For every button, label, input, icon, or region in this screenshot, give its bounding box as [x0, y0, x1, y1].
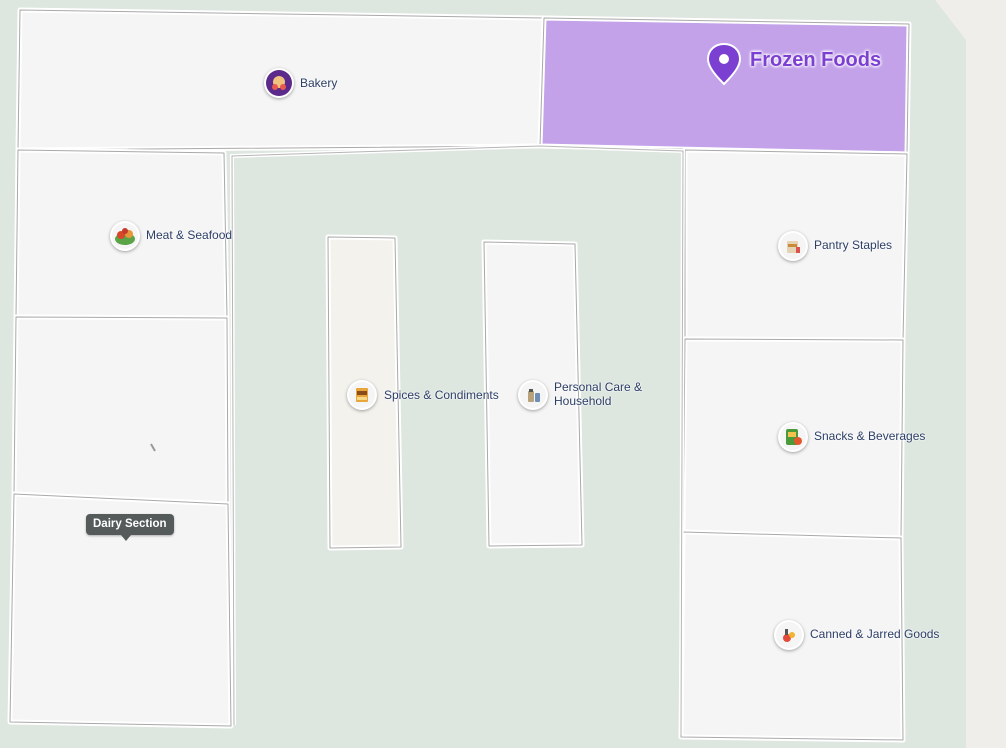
personal-care-label: Personal Care & Household	[554, 380, 642, 408]
bakery-icon[interactable]	[264, 68, 294, 98]
bakery-label: Bakery	[300, 76, 338, 90]
snacks-beverages-label: Snacks & Beverages	[814, 429, 926, 443]
personal-care-icon[interactable]	[518, 380, 548, 410]
spices-condiments-icon[interactable]	[347, 380, 377, 410]
pantry-staples-icon[interactable]	[778, 231, 808, 261]
canned-jarred-label: Canned & Jarred Goods	[810, 627, 940, 641]
selected-section-label[interactable]: Frozen Foods	[750, 49, 881, 72]
section-frozen-foods[interactable]	[537, 15, 912, 157]
snacks-beverages-icon[interactable]	[778, 422, 808, 452]
dairy-section-tooltip: Dairy Section	[86, 514, 174, 535]
section-unnamed[interactable]	[11, 314, 231, 507]
tooltip-arrow	[121, 535, 131, 541]
spices-condiments-label: Spices & Condiments	[384, 388, 499, 402]
personal-care-label-line2: Household	[554, 394, 612, 408]
meat-seafood-label: Meat & Seafood	[146, 228, 233, 242]
meat-seafood-icon[interactable]	[110, 221, 140, 251]
canned-jarred-icon[interactable]	[774, 620, 804, 650]
pantry-staples-label: Pantry Staples	[814, 238, 893, 252]
personal-care-label-line1: Personal Care &	[554, 380, 643, 394]
